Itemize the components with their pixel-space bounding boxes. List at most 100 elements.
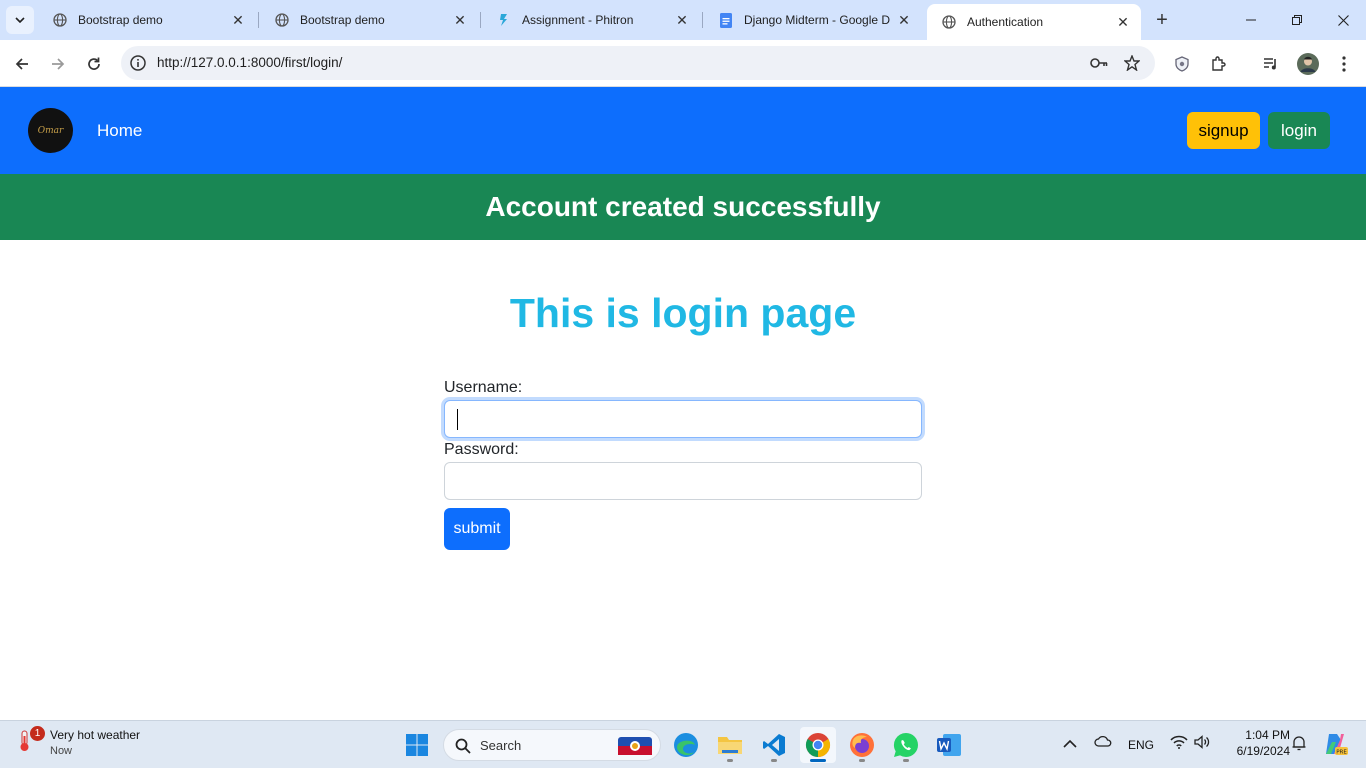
weather-widget[interactable]: 1 Very hot weather Now bbox=[14, 726, 140, 757]
chevron-up-icon bbox=[1063, 739, 1077, 748]
browser-tab-2[interactable]: Bootstrap demo ✕ bbox=[260, 0, 478, 40]
close-window-button[interactable] bbox=[1320, 0, 1366, 40]
shield-icon bbox=[1175, 56, 1189, 72]
browser-tab-5-active[interactable]: Authentication ✕ bbox=[927, 4, 1141, 40]
taskbar-clock[interactable]: 1:04 PM 6/19/2024 bbox=[1222, 727, 1290, 759]
taskbar-firefox[interactable] bbox=[844, 727, 880, 763]
profile-avatar[interactable] bbox=[1294, 50, 1322, 78]
tab-separator bbox=[480, 12, 481, 28]
chevron-down-icon bbox=[15, 17, 25, 23]
taskbar-search[interactable]: Search bbox=[443, 729, 661, 761]
close-icon bbox=[1337, 14, 1349, 26]
tab-title: Authentication bbox=[967, 15, 1044, 29]
speaker-icon bbox=[1194, 735, 1210, 749]
globe-icon bbox=[52, 12, 68, 28]
nav-link-home[interactable]: Home bbox=[97, 121, 142, 141]
bookmark-star-icon[interactable] bbox=[1123, 54, 1141, 72]
folder-icon bbox=[718, 737, 742, 754]
site-info-icon[interactable] bbox=[129, 54, 147, 72]
windows-logo-icon bbox=[406, 734, 428, 756]
tab-title: Bootstrap demo bbox=[300, 13, 385, 27]
clock-date: 6/19/2024 bbox=[1236, 744, 1290, 758]
forward-button[interactable] bbox=[44, 50, 72, 78]
weather-subtitle: Now bbox=[50, 745, 73, 757]
running-indicator bbox=[859, 759, 865, 762]
signup-button[interactable]: signup bbox=[1187, 112, 1260, 149]
username-field[interactable] bbox=[444, 400, 922, 438]
search-highlight-icon bbox=[618, 737, 652, 755]
browser-tab-3[interactable]: Assignment - Phitron ✕ bbox=[482, 0, 700, 40]
url-text: http://127.0.0.1:8000/first/login/ bbox=[157, 55, 343, 70]
svg-text:PRE: PRE bbox=[1336, 750, 1347, 756]
close-icon[interactable]: ✕ bbox=[1115, 14, 1131, 30]
address-bar[interactable]: http://127.0.0.1:8000/first/login/ bbox=[121, 46, 1155, 80]
search-icon bbox=[455, 738, 471, 754]
running-indicator bbox=[771, 759, 777, 762]
taskbar-file-explorer[interactable] bbox=[712, 727, 748, 763]
tab-title: Assignment - Phitron bbox=[522, 13, 634, 27]
avatar-icon bbox=[1297, 53, 1319, 75]
copilot-button[interactable]: PRE bbox=[1322, 732, 1348, 759]
back-button[interactable] bbox=[8, 50, 36, 78]
thermometer-icon: 1 bbox=[14, 726, 45, 755]
browser-tab-strip: Bootstrap demo ✕ Bootstrap demo ✕ Assign… bbox=[0, 0, 1366, 40]
google-docs-icon bbox=[718, 12, 734, 28]
edge-icon bbox=[674, 733, 698, 757]
firefox-icon bbox=[850, 733, 874, 757]
close-icon[interactable]: ✕ bbox=[896, 12, 912, 28]
running-indicator bbox=[810, 759, 826, 762]
taskbar-edge[interactable] bbox=[668, 727, 704, 763]
language-indicator[interactable]: ENG bbox=[1128, 738, 1154, 752]
whatsapp-icon bbox=[893, 732, 918, 757]
taskbar-word[interactable] bbox=[931, 727, 967, 763]
tab-title: Django Midterm - Google D bbox=[744, 13, 891, 27]
new-tab-button[interactable]: + bbox=[1150, 8, 1174, 32]
search-label: Search bbox=[480, 738, 522, 753]
chrome-icon bbox=[805, 733, 831, 757]
minimize-button[interactable] bbox=[1228, 0, 1274, 40]
extension-shield-button[interactable] bbox=[1168, 50, 1196, 78]
globe-icon bbox=[274, 12, 290, 28]
extensions-button[interactable] bbox=[1204, 50, 1232, 78]
minimize-icon bbox=[1246, 19, 1256, 21]
clock-time: 1:04 PM bbox=[1245, 728, 1290, 742]
start-button[interactable] bbox=[399, 727, 435, 763]
password-label: Password: bbox=[444, 441, 519, 458]
page-title: This is login page bbox=[509, 290, 857, 336]
taskbar-whatsapp[interactable] bbox=[888, 727, 924, 763]
restore-button[interactable] bbox=[1274, 0, 1320, 40]
notification-center-button[interactable] bbox=[1291, 735, 1307, 754]
submit-button[interactable]: submit bbox=[444, 508, 510, 550]
show-hidden-icons-button[interactable] bbox=[1063, 737, 1077, 751]
running-indicator bbox=[903, 759, 909, 762]
reload-button[interactable] bbox=[80, 50, 108, 78]
close-icon[interactable]: ✕ bbox=[452, 12, 468, 28]
taskbar-chrome[interactable] bbox=[800, 727, 836, 763]
login-button[interactable]: login bbox=[1268, 112, 1330, 149]
wifi-icon bbox=[1170, 735, 1188, 749]
browser-tab-1[interactable]: Bootstrap demo ✕ bbox=[38, 0, 256, 40]
browser-toolbar: http://127.0.0.1:8000/first/login/ bbox=[0, 40, 1366, 87]
password-field[interactable] bbox=[444, 462, 922, 500]
word-icon bbox=[937, 734, 961, 756]
wifi-button[interactable] bbox=[1170, 735, 1188, 752]
text-caret bbox=[457, 409, 458, 430]
browser-tab-4[interactable]: Django Midterm - Google D ✕ bbox=[704, 0, 922, 40]
globe-icon bbox=[941, 14, 957, 30]
taskbar-vscode[interactable] bbox=[756, 727, 792, 763]
site-logo[interactable]: Omar bbox=[28, 108, 73, 153]
phitron-icon bbox=[496, 12, 512, 28]
password-key-icon[interactable] bbox=[1090, 54, 1108, 72]
volume-button[interactable] bbox=[1194, 735, 1210, 752]
browser-menu-button[interactable] bbox=[1330, 50, 1358, 78]
tab-search-button[interactable] bbox=[6, 6, 34, 34]
tab-title: Bootstrap demo bbox=[78, 13, 163, 27]
restore-icon bbox=[1292, 15, 1302, 25]
arrow-right-icon bbox=[52, 58, 65, 70]
media-control-button[interactable] bbox=[1257, 50, 1285, 78]
notification-bell-icon bbox=[1292, 736, 1306, 751]
onedrive-button[interactable] bbox=[1094, 735, 1112, 750]
close-icon[interactable]: ✕ bbox=[230, 12, 246, 28]
vscode-icon bbox=[763, 734, 785, 756]
close-icon[interactable]: ✕ bbox=[674, 12, 690, 28]
